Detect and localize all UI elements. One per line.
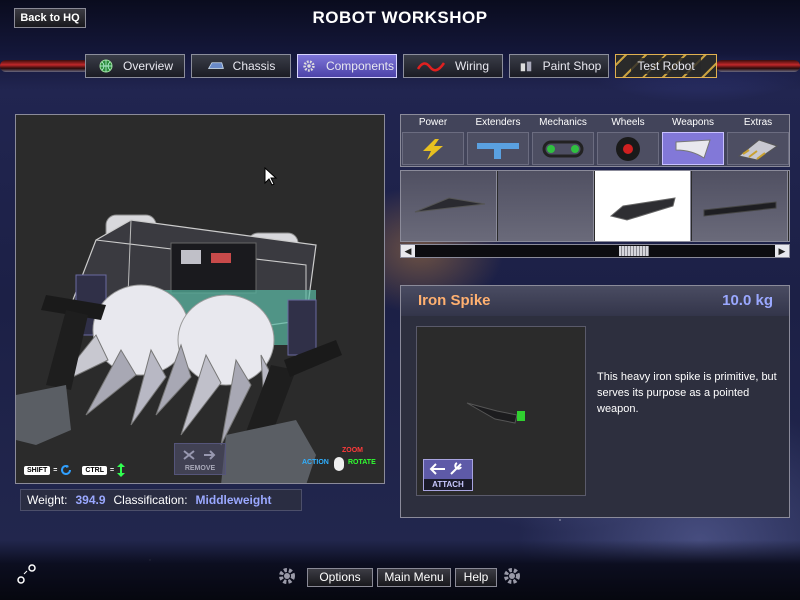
mouse-cursor-icon (264, 167, 278, 186)
part-slot-4[interactable] (692, 171, 788, 241)
action-hint: ACTION (302, 459, 329, 466)
remove-button[interactable]: REMOVE (174, 443, 226, 475)
gear-icon (504, 568, 520, 584)
robot-3d-viewport[interactable]: SHIFT = CTRL = REMOVE ZOOM ACTION ROTATE (15, 114, 385, 484)
attach-wrench-icon (429, 462, 462, 475)
tab-overview[interactable]: Overview (85, 54, 185, 78)
component-categories: Power Extenders Mechanics Wheels Weapons… (400, 114, 790, 167)
part-slot-1[interactable] (401, 171, 497, 241)
wedge-icon (737, 138, 779, 161)
extender-icon (477, 142, 519, 159)
scroll-thumb[interactable] (619, 246, 649, 256)
main-menu-button[interactable]: Main Menu (377, 568, 451, 587)
control-hints-left: SHIFT = CTRL = (24, 463, 126, 477)
globe-icon (99, 59, 113, 73)
chassis-icon (207, 62, 224, 69)
category-power[interactable]: Power (401, 115, 465, 168)
category-mechanics[interactable]: Mechanics (531, 115, 595, 168)
detail-header: Iron Spike 10.0 kg (401, 286, 789, 316)
blade-part-icon (703, 201, 776, 217)
wheel-icon (616, 136, 640, 161)
shift-key-hint: SHIFT (24, 465, 51, 475)
help-button[interactable]: Help (455, 568, 497, 587)
mouse-icon (334, 457, 344, 471)
part-description: This heavy iron spike is primitive, but … (597, 371, 777, 415)
remove-wrench-icon (183, 450, 216, 460)
rotate-arrow-icon (61, 464, 72, 475)
parts-scrollbar[interactable]: ◀ ▶ (400, 244, 790, 258)
wire-icon (416, 62, 446, 72)
robot-model (16, 214, 342, 483)
tab-test-robot[interactable]: Test Robot (615, 54, 717, 78)
gear-icon (279, 568, 295, 584)
page-title: ROBOT WORKSHOP (312, 8, 488, 27)
lightning-icon (423, 138, 443, 160)
category-weapons[interactable]: Weapons (661, 115, 725, 168)
part-slot-3[interactable] (595, 171, 691, 241)
tab-paint-shop[interactable]: Paint Shop (509, 54, 609, 78)
classification-value: Middleweight (195, 493, 272, 507)
gear-icon (303, 60, 315, 72)
part-detail-panel: Iron Spike 10.0 kg ATTACH This heavy iro… (400, 285, 790, 518)
settings-dots-icon (17, 564, 36, 584)
cable-decoration-right (716, 60, 800, 72)
tab-chassis[interactable]: Chassis (191, 54, 291, 78)
category-wheels[interactable]: Wheels (596, 115, 660, 168)
scroll-left-arrow-icon[interactable]: ◀ (401, 245, 415, 257)
cable-decoration-left (0, 60, 90, 72)
category-extras[interactable]: Extras (726, 115, 790, 168)
weight-value: 394.9 (75, 493, 106, 507)
ctrl-key-hint: CTRL (82, 465, 107, 475)
part-slot-2[interactable] (498, 171, 594, 241)
tab-components[interactable]: Components (297, 54, 397, 78)
options-button[interactable]: Options (307, 568, 373, 587)
category-extenders[interactable]: Extenders (466, 115, 530, 168)
iron-spike-part-icon (609, 197, 676, 221)
tab-wiring[interactable]: Wiring (403, 54, 503, 78)
scroll-right-arrow-icon[interactable]: ▶ (775, 245, 789, 257)
blade-icon (675, 138, 711, 159)
parts-list (400, 170, 790, 242)
vertical-move-icon (117, 463, 126, 477)
attach-button[interactable]: ATTACH (423, 459, 473, 491)
part-name: Iron Spike (418, 292, 491, 309)
weight-label: Weight: (27, 493, 68, 507)
part-preview: ATTACH (416, 326, 586, 496)
spike-part-icon (414, 197, 485, 213)
classification-label: Classification: (113, 493, 188, 507)
robot-stats-bar: Weight: 394.9 Classification: Middleweig… (20, 489, 302, 511)
rotate-hint: ROTATE (348, 459, 376, 466)
chain-drive-icon (542, 140, 584, 157)
zoom-hint: ZOOM (342, 447, 363, 454)
paint-can-icon (520, 61, 531, 72)
part-weight: 10.0 kg (722, 292, 773, 309)
